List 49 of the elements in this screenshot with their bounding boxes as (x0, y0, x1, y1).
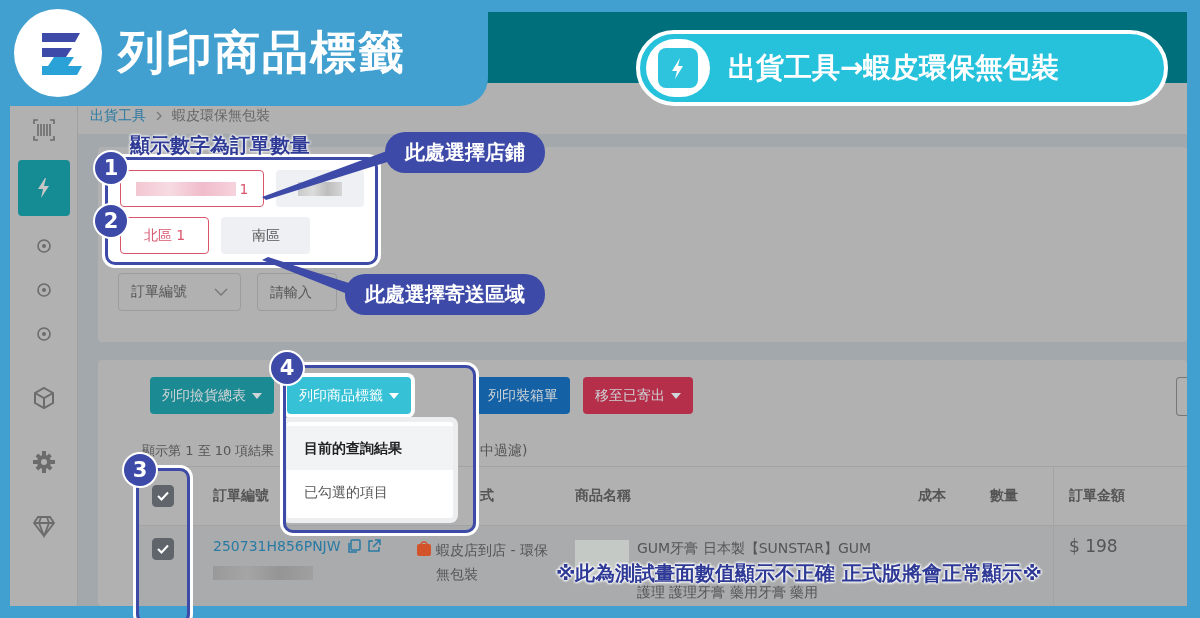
settings-icon (31, 450, 56, 474)
checkbox[interactable] (151, 485, 174, 507)
diamond-icon (31, 514, 56, 538)
checkbox[interactable] (151, 538, 174, 560)
external-link-icon (366, 539, 381, 553)
menu-item[interactable]: 已勾選的項目 (287, 470, 453, 514)
region-button[interactable]: 南區 (221, 217, 310, 254)
order-number-link[interactable]: 250731H856PNJW (213, 538, 341, 554)
chevron-down-icon (214, 288, 228, 296)
column-header: 數量 (990, 487, 1018, 505)
disclaimer-text: ※此為測試畫面數值顯示不正確 正式版將會正常顯示※ (556, 561, 1042, 585)
checkmark-icon (156, 491, 169, 501)
cube-icon (31, 386, 56, 410)
callout-label: 此處選擇店鋪 (385, 132, 545, 173)
search-field-select[interactable]: 訂單編號 (118, 273, 241, 311)
order-amount: $ 198 (1069, 535, 1118, 556)
toolbar-button[interactable]: 列印撿貨總表 (150, 377, 274, 414)
step-number-badge: 3 (124, 454, 156, 486)
store-button[interactable]: 1 (120, 170, 264, 207)
shipping-method: 蝦皮店到店 - 環保無包裝 (436, 541, 549, 584)
search-input[interactable]: 請輸入 (257, 273, 337, 311)
breadcrumb-link[interactable]: 出貨工具 (90, 107, 146, 125)
column-header: 訂單金額 (1069, 487, 1125, 505)
copy-icon (346, 539, 361, 553)
toolbar-button[interactable]: 移至已寄出 (583, 377, 693, 414)
step-number-badge: 1 (95, 152, 127, 184)
column-header: 訂單編號 (213, 487, 269, 505)
shopping-bag-icon (417, 540, 431, 556)
chevron-right-icon (156, 111, 162, 121)
toolbar-button[interactable]: 列印裝箱單 (476, 377, 570, 414)
product-name: GUM牙膏 日本製【SUNSTAR】GUM (637, 540, 872, 556)
path-text: 出貨工具→蝦皮環保無包裝 (728, 50, 1060, 86)
step-number-badge: 2 (95, 205, 127, 237)
column-header: 商品名稱 (575, 487, 631, 505)
annotation-caption: 顯示數字為訂單數量 (130, 132, 310, 159)
lightning-bolt-icon (656, 46, 700, 90)
column-header: 成本 (918, 487, 946, 505)
product-name: 護理 護理牙膏 藥用牙膏 藥用 (637, 584, 820, 600)
region-button[interactable]: 北區 1 (120, 217, 209, 254)
barcode-icon (31, 118, 56, 142)
page-title: 列印商品標籤 (118, 24, 406, 81)
menu-item[interactable]: 目前的查詢結果 (287, 426, 453, 470)
breadcrumb-current: 蝦皮環保無包裝 (172, 107, 270, 125)
sidebar-item[interactable] (17, 160, 70, 216)
checkmark-icon (156, 544, 169, 554)
step-number-badge: 4 (271, 352, 303, 384)
logo-icon (14, 9, 102, 97)
result-summary: 中過濾) (480, 442, 528, 460)
column-header: 式 (480, 487, 494, 505)
